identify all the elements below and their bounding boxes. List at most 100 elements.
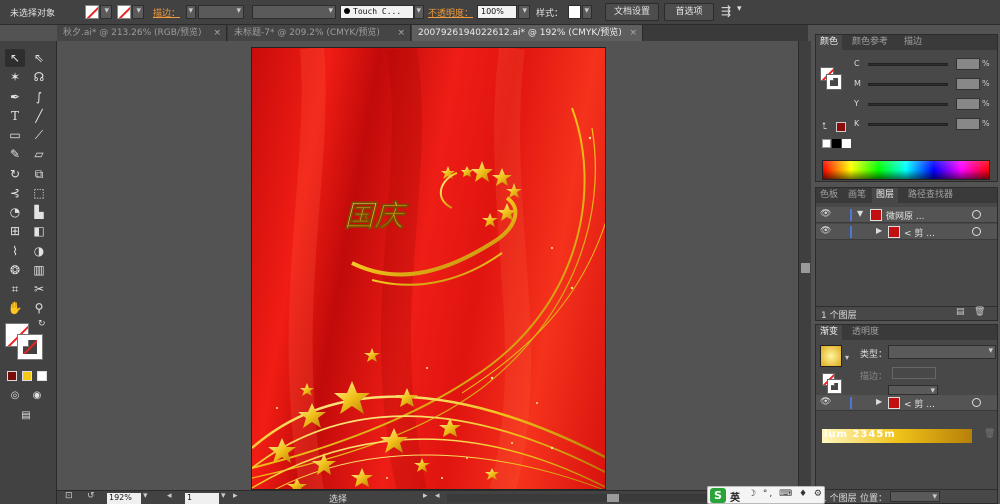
curvature-tool-icon[interactable]: ∫ (29, 88, 49, 106)
target-circle-icon[interactable] (972, 398, 981, 407)
page-dropdown-icon[interactable]: ▾ (221, 491, 226, 501)
collapse-triangle-icon[interactable]: ▶ (876, 397, 882, 406)
target-circle-icon[interactable] (972, 210, 981, 219)
value-y-field[interactable] (956, 98, 980, 110)
gradient-tool-icon[interactable]: ◧ (29, 222, 49, 240)
tab-stroke[interactable]: 描边 (900, 35, 926, 50)
type-tool-icon[interactable]: T (5, 107, 25, 125)
line-tool-icon[interactable]: ╱ (29, 107, 49, 125)
magic-wand-tool-icon[interactable]: ✶ (5, 68, 25, 86)
draw-mode-icon[interactable]: ◎ (5, 387, 25, 405)
opacity-label[interactable]: 不透明度： (428, 6, 473, 19)
hand-tool-icon[interactable]: ✋ (5, 299, 25, 317)
ime-mode[interactable]: 英 (730, 489, 740, 504)
last-color-swatch[interactable] (836, 122, 846, 132)
arrange-icon[interactable]: ⇶ (721, 4, 731, 18)
document-setup-button[interactable]: 文档设置 (605, 3, 659, 21)
eyedropper-tool-icon[interactable]: ⌇ (5, 242, 25, 260)
panel-fill-stroke-icon[interactable] (820, 67, 842, 91)
tab-document-1[interactable]: 秋夕.ai* @ 213.26% (RGB/预览) × (57, 25, 227, 41)
blend-tool-icon[interactable]: ◑ (29, 242, 49, 260)
variable-width-dropdown[interactable] (252, 5, 336, 19)
stroke-none-swatch[interactable] (17, 334, 43, 360)
row-name[interactable]: < 剪 ... (904, 397, 935, 410)
slider-k[interactable] (868, 123, 948, 126)
color-mode-swatch[interactable] (7, 371, 17, 381)
tab-transparency[interactable]: 透明度 (848, 325, 883, 340)
layer-row-1[interactable]: 👁 ▼ 微网原 ... (816, 207, 997, 223)
stroke-label[interactable]: 描边： (153, 6, 180, 19)
artboard-number-field[interactable]: 1 (185, 493, 219, 504)
artboard[interactable]: 国庆 (251, 47, 606, 490)
angle-dropdown[interactable] (888, 385, 938, 396)
swap-fill-stroke-icon[interactable]: ↻ (38, 319, 46, 329)
tab-document-3[interactable]: 2007926194022612.ai* @ 192% (CMYK/预览) × (412, 25, 643, 41)
column-graph-tool-icon[interactable]: ▥ (29, 261, 49, 279)
selection-tool-icon[interactable]: ↖ (5, 49, 25, 67)
delete-stop-icon[interactable]: 🗑 (984, 429, 995, 439)
fill-dropdown[interactable] (100, 5, 112, 19)
collapse-triangle-icon[interactable]: ▶ (876, 226, 882, 235)
ime-toolbar[interactable]: S 英 ☽ °, ⌨ ♦ ⚙ (707, 486, 825, 504)
status-text[interactable]: 选择 (329, 492, 347, 504)
eye-icon[interactable]: 👁 (820, 226, 832, 237)
rotate-view-icon[interactable]: ↺ (87, 491, 95, 501)
value-c-field[interactable] (956, 58, 980, 70)
tab-document-2[interactable]: 未标题-7* @ 209.2% (CMYK/预览) × (228, 25, 411, 41)
artboard-tool-icon[interactable]: ⌗ (5, 280, 25, 298)
none-color-swatch[interactable] (822, 139, 831, 148)
black-color-swatch[interactable] (832, 139, 841, 148)
value-m-field[interactable] (956, 78, 980, 90)
slider-m[interactable] (868, 83, 948, 86)
new-layer-icon[interactable]: ▤ (956, 307, 965, 317)
stroke-swatch-dropdown[interactable] (132, 5, 144, 19)
tab-gradient[interactable]: 渐变 (816, 325, 843, 340)
artboard-nav-icon[interactable]: ⊡ (65, 491, 73, 501)
hscroll-thumb[interactable] (607, 494, 619, 502)
fill-stroke-small-icon[interactable] (822, 373, 842, 395)
sublayer-name[interactable]: < 剪 ... (904, 226, 935, 239)
brush-definition[interactable]: Touch C... (340, 5, 414, 19)
symbol-sprayer-tool-icon[interactable]: ❂ (5, 261, 25, 279)
zoom-dropdown-icon[interactable]: ▾ (143, 491, 148, 501)
brush-dropdown[interactable] (414, 5, 424, 19)
preferences-button[interactable]: 首选项 (664, 3, 714, 21)
stroke-weight-field[interactable] (198, 5, 244, 19)
gradient-mode-swatch[interactable] (22, 371, 32, 381)
style-dropdown[interactable] (582, 5, 592, 19)
paintbrush-tool-icon[interactable]: ⟋ (29, 126, 49, 144)
expand-triangle-icon[interactable]: ▼ (857, 209, 863, 218)
tab-swatches[interactable]: 色板 (816, 188, 842, 203)
ime-tools[interactable]: ☽ °, ⌨ ♦ ⚙ (748, 489, 824, 499)
zoom-level-field[interactable]: 192% (107, 493, 141, 504)
fill-stroke-widget[interactable]: ↻ (5, 319, 49, 363)
eraser-tool-icon[interactable]: ▱ (29, 145, 49, 163)
gradient-layer-row[interactable]: 👁 ▶ < 剪 ... (816, 395, 997, 411)
perspective-grid-tool-icon[interactable]: ▙ (29, 203, 49, 221)
free-transform-tool-icon[interactable]: ⬚ (29, 184, 49, 202)
style-swatch[interactable] (568, 5, 581, 19)
tab-brushes[interactable]: 画笔 (844, 188, 870, 203)
slider-y[interactable] (868, 103, 948, 106)
white-color-swatch[interactable] (842, 139, 851, 148)
tab-color[interactable]: 颜色 (816, 35, 843, 50)
gradient-slider-bar[interactable]: ium 2345m (822, 429, 972, 443)
fill-swatch[interactable] (85, 5, 99, 19)
zoom-tool-icon[interactable]: ⚲ (29, 299, 49, 317)
ime-logo-icon[interactable]: S (710, 488, 726, 503)
scrollbar-thumb[interactable] (801, 263, 810, 273)
color-spectrum[interactable] (822, 160, 990, 180)
width-tool-icon[interactable]: ⊰ (5, 184, 25, 202)
canvas-area[interactable]: 国庆 (57, 41, 798, 490)
value-k-field[interactable] (956, 118, 980, 130)
screen-mode-icon[interactable]: ▤ (16, 407, 36, 425)
tab-layers[interactable]: 图层 (872, 188, 899, 203)
layer-row-2[interactable]: 👁 ▶ < 剪 ... (816, 224, 997, 240)
stroke-gradient-options[interactable] (892, 367, 936, 379)
vertical-scrollbar[interactable] (798, 41, 811, 490)
next-artboard-icon[interactable]: ▸ (233, 491, 238, 501)
gradient-type-dropdown[interactable] (888, 345, 996, 359)
layer-name[interactable]: 微网原 ... (886, 209, 924, 222)
position-field[interactable] (890, 491, 940, 502)
target-circle-icon[interactable] (972, 227, 981, 236)
